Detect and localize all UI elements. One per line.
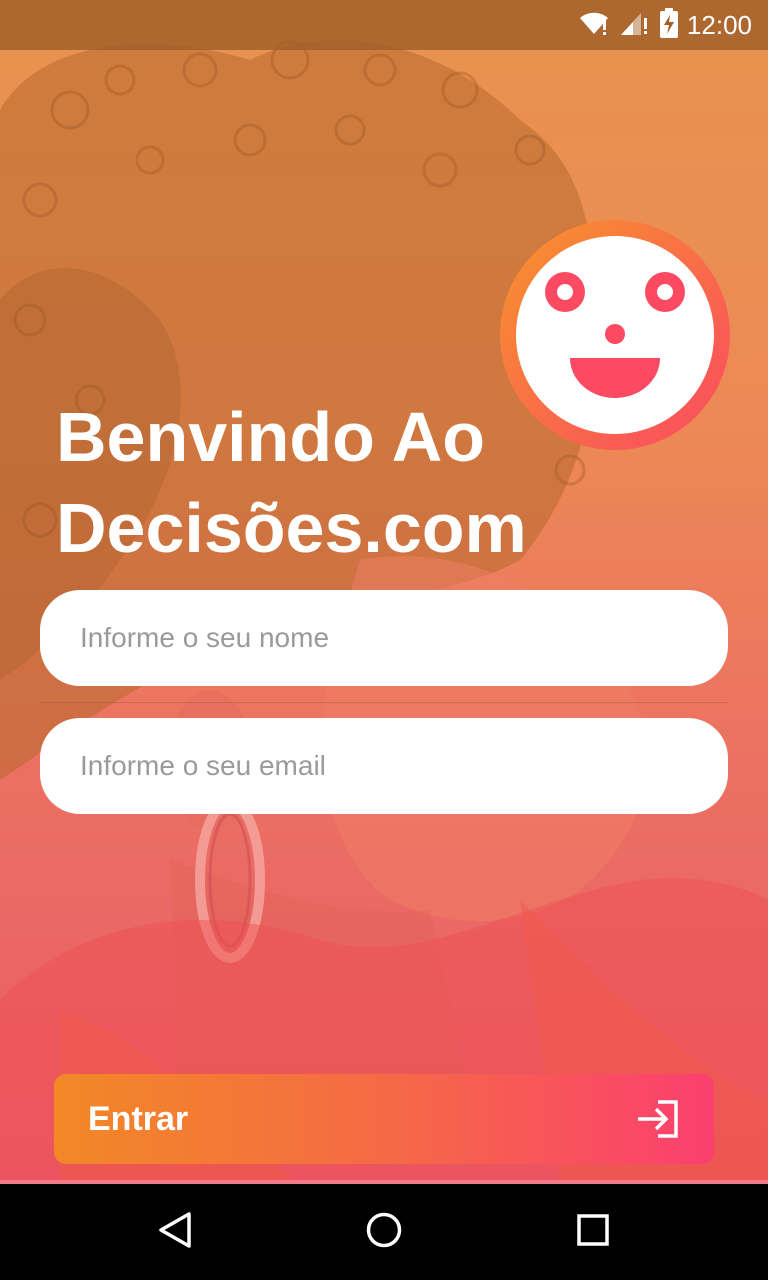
recents-icon [573, 1210, 613, 1255]
login-arrow-icon [636, 1099, 680, 1139]
home-icon [364, 1210, 404, 1255]
back-icon [155, 1210, 195, 1255]
recents-button[interactable] [553, 1192, 633, 1272]
status-time: 12:00 [686, 9, 752, 40]
navigation-bar [0, 1184, 768, 1280]
divider [40, 702, 728, 703]
welcome-line-2: Decisões.com [56, 489, 527, 567]
signal-icon [619, 10, 649, 41]
login-screen: 12:00 Benvindo Ao Decisões.com Informe o… [0, 0, 768, 1280]
status-bar: 12:00 [0, 0, 768, 50]
email-input[interactable] [40, 718, 728, 814]
name-input[interactable] [40, 590, 728, 686]
battery-charging-icon [659, 7, 679, 43]
status-icons [579, 7, 679, 43]
home-button[interactable] [344, 1192, 424, 1272]
login-button[interactable]: Entrar [54, 1074, 714, 1164]
wifi-icon [579, 10, 609, 41]
back-button[interactable] [135, 1192, 215, 1272]
welcome-title: Benvindo Ao Decisões.com [56, 392, 616, 574]
welcome-line-1: Benvindo Ao [56, 398, 486, 476]
login-button-label: Entrar [88, 1099, 189, 1138]
